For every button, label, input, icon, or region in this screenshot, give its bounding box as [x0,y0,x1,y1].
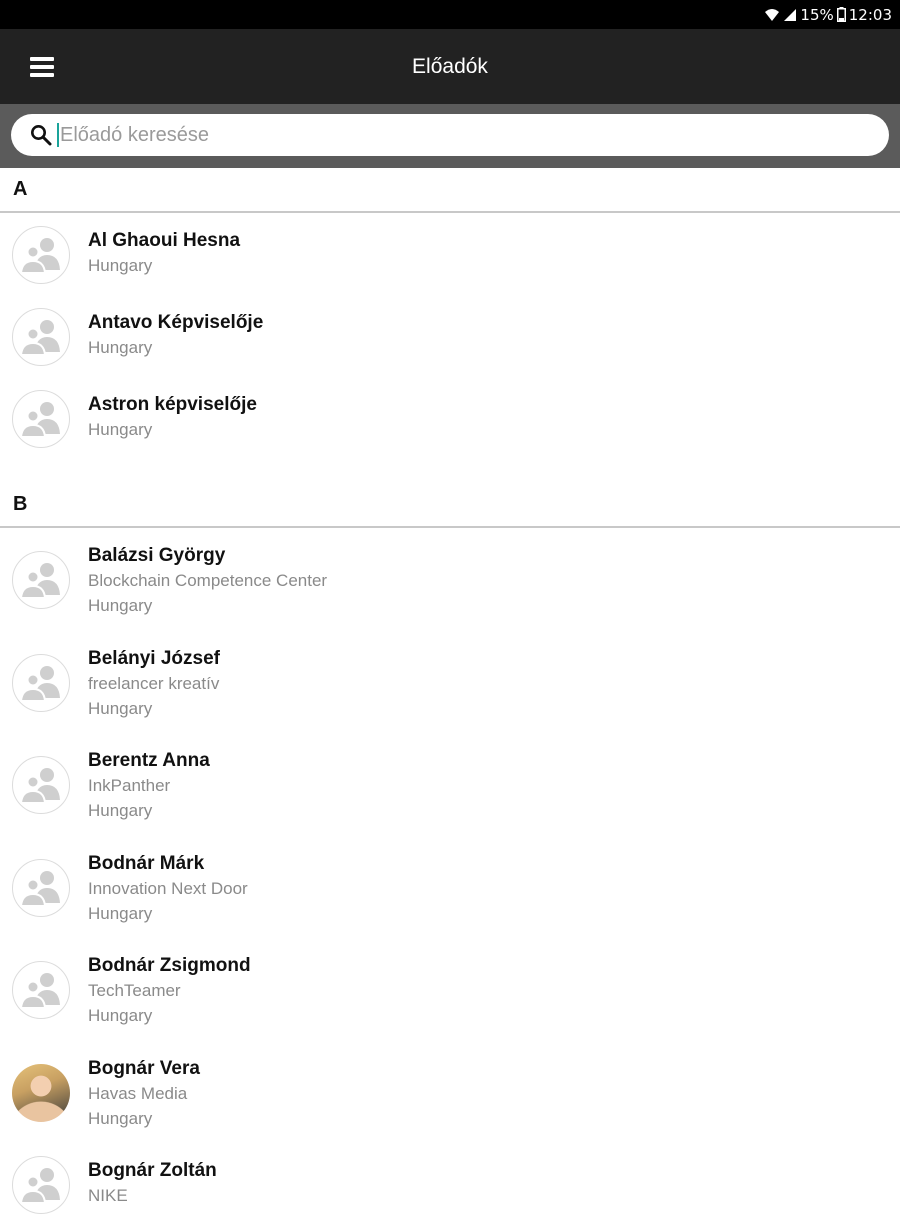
speaker-list-item[interactable]: Berentz Anna InkPanther Hungary [0,733,900,836]
speaker-organization: Blockchain Competence Center [88,571,328,590]
speaker-name: Bognár Vera [88,1057,200,1079]
speaker-info: Astron képviselője Hungary [88,393,257,442]
avatar-placeholder-icon [12,308,70,366]
speaker-country: Hungary [88,256,153,275]
speaker-name: Antavo Képviselője [88,312,264,333]
speaker-list-item[interactable]: Bognár Vera Havas Media Hungary [0,1041,900,1144]
speaker-name: Al Ghaoui Hesna [88,230,241,251]
hamburger-menu-icon [30,57,54,77]
speaker-country: Hungary [88,801,153,820]
speaker-name: Bodnár Zsigmond [88,955,251,976]
speaker-organization: freelancer kreatív [88,673,220,693]
search-bar [0,104,900,168]
wifi-icon [764,8,780,22]
speaker-list-item[interactable]: Bodnár Zsigmond TechTeamer Hungary [0,938,900,1041]
speaker-info: Bodnár Márk Innovation Next Door Hungary [88,852,248,926]
speaker-list-item[interactable]: Balázsi György Blockchain Competence Cent… [0,528,900,631]
speaker-country: Hungary [88,1108,153,1128]
speaker-list-item[interactable]: Antavo Képviselője Hungary [0,295,900,377]
speaker-info: Bodnár Zsigmond TechTeamer Hungary [88,954,251,1028]
speaker-name: Balázsi György [88,545,226,566]
speaker-info: Balázsi György Blockchain Competence Cent… [88,544,327,618]
speaker-country: Hungary [88,698,153,718]
search-icon [31,125,52,146]
speaker-list-item[interactable]: Belányi József freelancer kreatív Hungary [0,631,900,734]
avatar-placeholder-icon [12,756,70,814]
avatar-placeholder-icon [12,1156,70,1214]
avatar-placeholder-icon [12,551,70,609]
speaker-name: Belányi József [88,647,220,669]
speaker-country: Hungary [88,420,153,439]
speaker-info: Al Ghaoui Hesna Hungary [88,229,240,278]
speaker-organization: TechTeamer [88,981,181,1000]
speaker-list-item[interactable]: Bodnár Márk Innovation Next Door Hungary [0,836,900,939]
speaker-info: Berentz Anna InkPanther Hungary [88,749,210,823]
speaker-list-item[interactable]: Astron képviselője Hungary [0,377,900,459]
speaker-list: A Al Ghaoui Hesna Hungary Antavo Képvisel… [0,168,900,1225]
battery-icon [836,7,846,22]
page-title: Előadók [412,54,488,78]
search-field[interactable] [11,114,889,156]
avatar-placeholder-icon [12,653,70,712]
speaker-organization: Innovation Next Door [88,878,248,898]
status-bar: 15% 12:03 [0,0,900,29]
avatar-placeholder-icon [12,226,70,284]
speaker-country: Hungary [88,903,153,923]
avatar-placeholder-icon [12,961,70,1019]
speaker-organization: InkPanther [88,776,171,795]
speaker-list-item[interactable]: Bognár Zoltán NIKE [0,1143,900,1225]
speaker-country: Hungary [88,338,153,357]
search-input[interactable] [60,120,820,150]
speaker-country: Hungary [88,596,153,615]
speaker-organization: NIKE [88,1186,128,1205]
section-header-a: A [0,168,900,213]
avatar-photo [12,1063,70,1122]
speaker-info: Bognár Zoltán NIKE [88,1159,217,1208]
speaker-country: Hungary [88,1006,153,1025]
speaker-name: Bognár Zoltán [88,1160,217,1181]
app-bar: Előadók [0,29,900,104]
menu-button[interactable] [20,49,64,85]
text-caret [57,123,59,147]
speaker-info: Antavo Képviselője Hungary [88,311,263,360]
speaker-name: Bodnár Márk [88,852,205,874]
speaker-info: Belányi József freelancer kreatív Hungary [88,647,220,721]
clock: 12:03 [848,5,892,24]
battery-percent: 15% [800,5,834,24]
section-header-b: B [0,483,900,528]
speaker-name: Astron képviselője [88,394,257,415]
avatar-placeholder-icon [12,858,70,917]
speaker-name: Berentz Anna [88,750,210,771]
speaker-list-item[interactable]: Al Ghaoui Hesna Hungary [0,213,900,295]
speaker-organization: Havas Media [88,1083,188,1103]
signal-icon [783,8,797,22]
speaker-info: Bognár Vera Havas Media Hungary [88,1057,200,1131]
avatar-placeholder-icon [12,390,70,448]
